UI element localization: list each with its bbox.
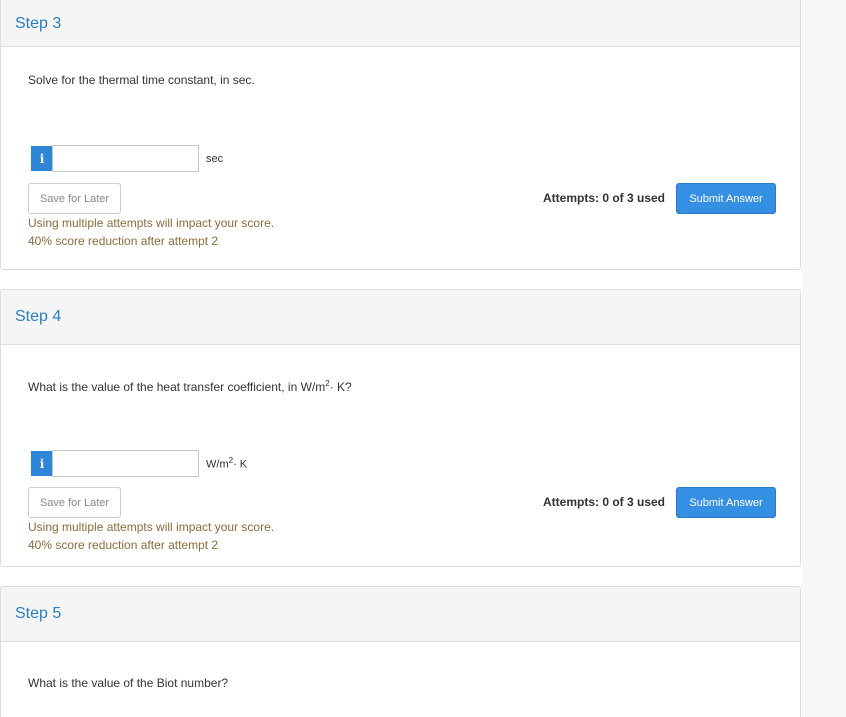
step-3-attempts-counter: Attempts: 0 of 3 used bbox=[543, 191, 666, 205]
step-4-panel: Step 4 What is the value of the heat tra… bbox=[0, 289, 801, 567]
step-3-question: Solve for the thermal time constant, in … bbox=[28, 73, 255, 87]
step-4-unit-label: W/m2· K bbox=[206, 456, 247, 471]
step-4-attempts-counter: Attempts: 0 of 3 used bbox=[543, 495, 666, 509]
step-4-title: Step 4 bbox=[15, 308, 62, 325]
step-3-save-for-later-button[interactable]: Save for Later bbox=[28, 183, 121, 214]
right-gutter bbox=[802, 0, 846, 717]
step-4-question: What is the value of the heat transfer c… bbox=[28, 379, 352, 394]
step-4-submit-answer-button[interactable]: Submit Answer bbox=[676, 487, 776, 518]
step-5-header: Step 5 bbox=[1, 587, 800, 642]
info-icon[interactable]: i bbox=[31, 451, 53, 476]
step-5-panel: Step 5 What is the value of the Biot num… bbox=[0, 586, 801, 717]
step-4-question-suffix: · K? bbox=[329, 380, 352, 394]
step-3-warning-multiple-attempts: Using multiple attempts will impact your… bbox=[28, 216, 275, 230]
step-5-question: What is the value of the Biot number? bbox=[28, 676, 229, 690]
step-3-title: Step 3 bbox=[15, 14, 62, 32]
step-4-warning-score-reduction: 40% score reduction after attempt 2 bbox=[28, 538, 219, 552]
step-4-unit-suffix: · K bbox=[233, 458, 248, 471]
step-3-answer-row: i sec bbox=[31, 145, 223, 172]
page: Step 3 Solve for the thermal time consta… bbox=[0, 0, 846, 717]
step-4-header: Step 4 bbox=[1, 290, 800, 345]
step-3-panel: Step 3 Solve for the thermal time consta… bbox=[0, 0, 801, 270]
step-4-answer-input[interactable] bbox=[52, 450, 199, 477]
step-3-header: Step 3 bbox=[1, 0, 800, 47]
step-3-submit-answer-button[interactable]: Submit Answer bbox=[676, 183, 776, 214]
info-icon[interactable]: i bbox=[31, 146, 53, 171]
step-4-save-for-later-button[interactable]: Save for Later bbox=[28, 487, 121, 518]
step-4-unit-prefix: W/m bbox=[206, 458, 229, 471]
step-4-warning-multiple-attempts: Using multiple attempts will impact your… bbox=[28, 520, 275, 534]
step-5-title: Step 5 bbox=[15, 605, 62, 622]
step-4-question-prefix: What is the value of the heat transfer c… bbox=[28, 380, 326, 394]
step-3-unit-label: sec bbox=[206, 152, 224, 165]
step-3-warning-score-reduction: 40% score reduction after attempt 2 bbox=[28, 234, 219, 248]
step-3-answer-input[interactable] bbox=[52, 145, 199, 172]
step-4-answer-row: i W/m2· K bbox=[31, 450, 247, 477]
